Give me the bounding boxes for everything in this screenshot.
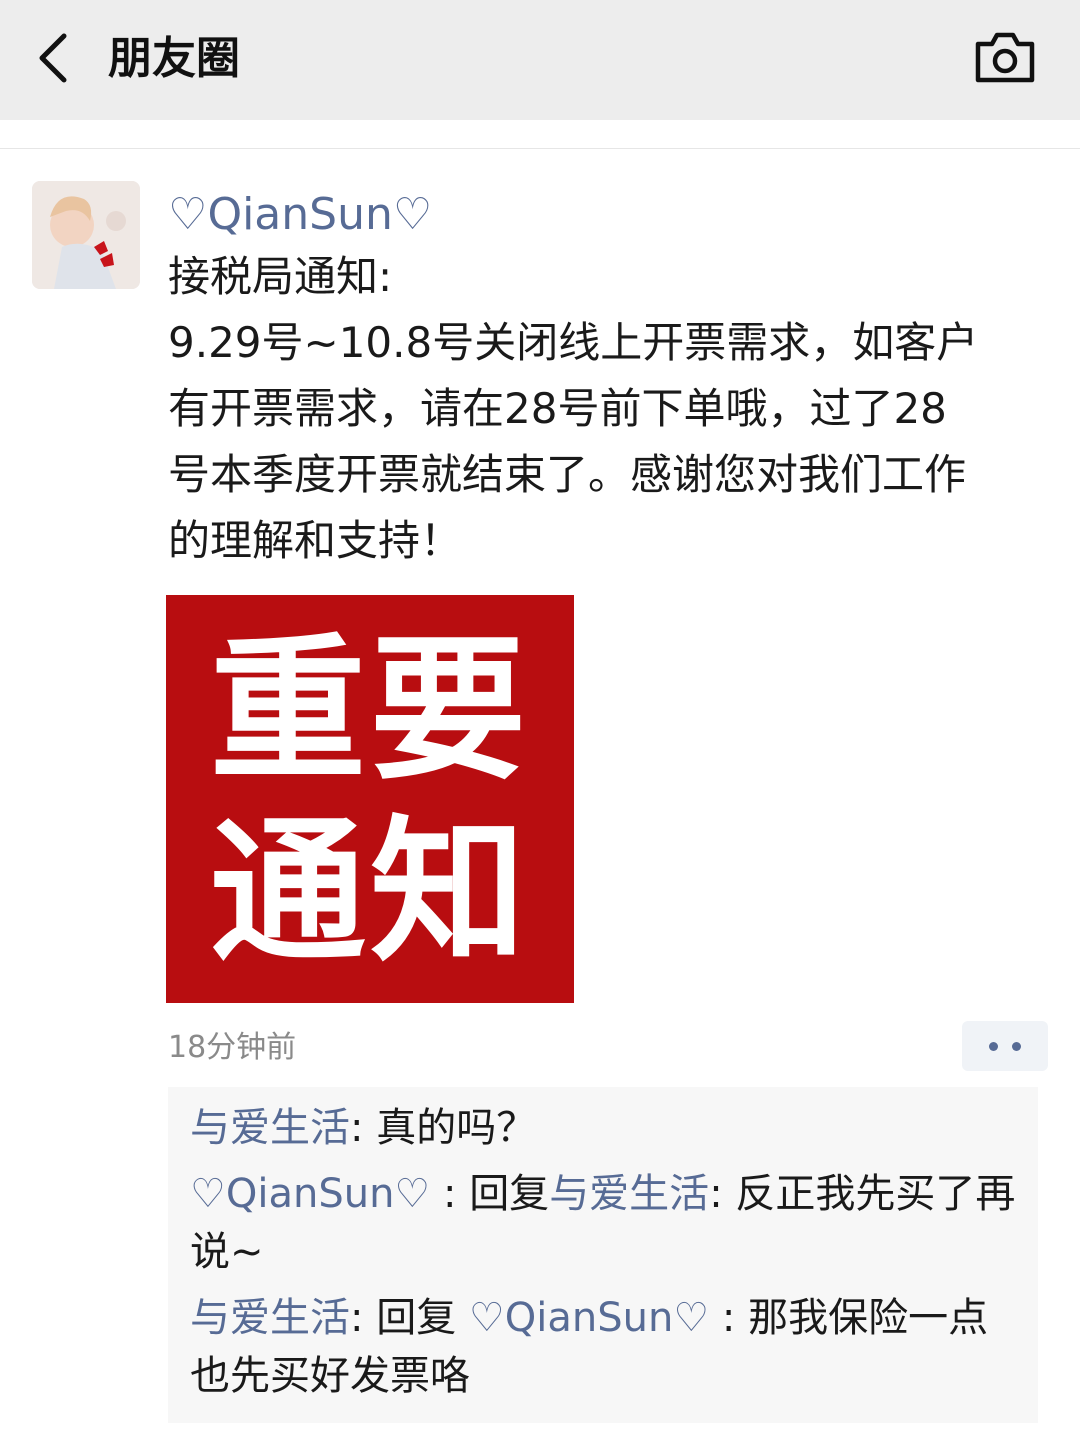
comment-separator: : — [709, 1171, 736, 1217]
comment-author[interactable]: 与爱生活 — [190, 1105, 350, 1151]
post-text-line: 接税局通知: — [168, 252, 393, 301]
back-button[interactable] — [30, 28, 90, 88]
page-title: 朋友圈 — [108, 33, 240, 84]
post-text-line: 的理解和支持！ — [168, 516, 463, 565]
post-text-line: 号本季度开票就结束了。感谢您对我们工作 — [168, 450, 967, 499]
reply-target[interactable]: ♡QianSun♡ — [469, 1295, 709, 1341]
comment-item[interactable]: 与爱生活: 回复 ♡QianSun♡ : 那我保险一点也先买好发票咯 — [190, 1289, 1016, 1405]
reply-prefix: : 回复 — [350, 1295, 469, 1341]
dot-icon — [1012, 1042, 1021, 1051]
more-actions-button[interactable] — [962, 1021, 1048, 1071]
comment-text: 真的吗？ — [376, 1105, 537, 1151]
chevron-left-icon — [39, 33, 67, 83]
post-timestamp: 18分钟前 — [168, 1030, 297, 1065]
comments-section: 与爱生活: 真的吗？ ♡QianSun♡ : 回复与爱生活: 反正我先买了再说~… — [168, 1087, 1038, 1423]
top-bar: 朋友圈 — [0, 0, 1080, 120]
post-body: ♡QianSun♡ 接税局通知: 9.29号~10.8号关闭线上开票需求，如客户… — [168, 186, 1038, 574]
reply-prefix: : 回复 — [430, 1171, 550, 1217]
comment-item[interactable]: ♡QianSun♡ : 回复与爱生活: 反正我先买了再说~ — [190, 1165, 1016, 1281]
comment-author[interactable]: 与爱生活 — [190, 1295, 350, 1341]
comment-author[interactable]: ♡QianSun♡ — [190, 1171, 430, 1217]
post-author[interactable]: ♡QianSun♡ — [168, 186, 432, 244]
camera-icon — [975, 32, 1035, 83]
post-image-text: 通知 — [210, 801, 530, 983]
reply-target[interactable]: 与爱生活 — [549, 1171, 709, 1217]
camera-button[interactable] — [974, 30, 1036, 84]
comment-separator: : — [350, 1105, 377, 1151]
comment-separator: : — [709, 1295, 749, 1341]
comment-item[interactable]: 与爱生活: 真的吗？ — [190, 1099, 1016, 1157]
post-text-line: 有开票需求，请在28号前下单哦，过了28 — [168, 384, 947, 433]
divider — [0, 148, 1080, 149]
post-text-line: 9.29号~10.8号关闭线上开票需求，如客户 — [168, 318, 979, 367]
avatar-image — [32, 181, 140, 289]
post-image[interactable]: 重要 通知 — [166, 595, 574, 1003]
post-image-text: 重要 — [210, 619, 530, 801]
avatar[interactable] — [32, 181, 140, 289]
dot-icon — [989, 1042, 998, 1051]
